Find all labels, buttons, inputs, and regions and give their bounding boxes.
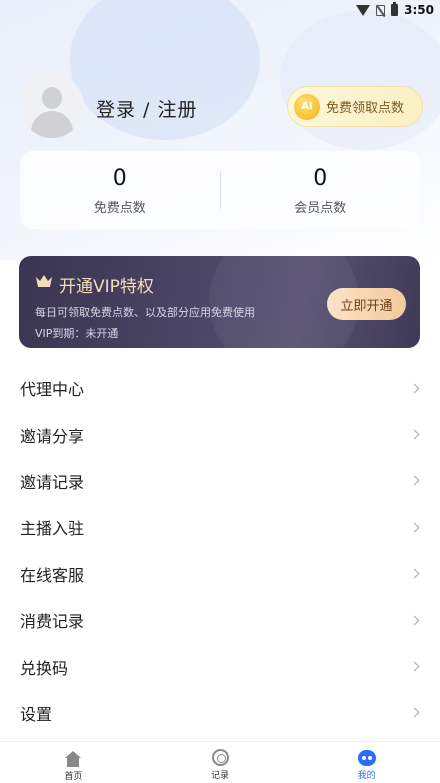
login-register-link[interactable]: 登录 / 注册 xyxy=(96,95,197,122)
chevron-right-icon xyxy=(409,429,420,440)
tab-records[interactable]: 记录 xyxy=(147,742,294,783)
mine-icon xyxy=(357,750,376,766)
menu-item-invite-records[interactable]: 邀请记录 xyxy=(0,458,440,504)
ai-coin-icon: AI xyxy=(294,93,320,120)
menu-item-invite-share[interactable]: 邀请分享 xyxy=(0,411,440,457)
chevron-right-icon xyxy=(409,615,420,626)
crown-icon xyxy=(36,275,52,287)
vip-title: 开通VIP特权 xyxy=(59,277,154,297)
battery-icon xyxy=(391,2,399,16)
no-sim-icon xyxy=(376,4,386,16)
menu-item-label: 兑换码 xyxy=(20,658,69,678)
menu-item-online-service[interactable]: 在线客服 xyxy=(0,551,440,597)
tab-label: 我的 xyxy=(357,771,376,781)
chevron-right-icon xyxy=(409,707,420,718)
member-points-value: 0 xyxy=(313,165,328,191)
member-points-caption: 会员点数 xyxy=(294,200,347,216)
record-icon xyxy=(211,749,229,766)
free-points-button[interactable]: AI 免费领取点数 xyxy=(287,86,423,127)
chevron-right-icon xyxy=(409,661,420,672)
tab-label: 记录 xyxy=(211,771,230,781)
menu-list: 代理中心 邀请分享 邀请记录 主播入驻 在线客服 消费记录 兑换码 设置 xyxy=(0,365,440,736)
menu-item-label: 邀请记录 xyxy=(20,472,85,492)
menu-item-label: 在线客服 xyxy=(20,565,85,585)
open-vip-button[interactable]: 立即开通 xyxy=(327,288,406,320)
home-icon xyxy=(64,751,82,767)
menu-item-label: 邀请分享 xyxy=(20,426,85,446)
avatar-head-shape xyxy=(42,87,62,109)
chevron-right-icon xyxy=(409,568,420,579)
member-points-stat[interactable]: 0 会员点数 xyxy=(221,165,421,216)
menu-item-label: 消费记录 xyxy=(20,612,85,632)
status-time: 3:50 xyxy=(404,3,434,17)
avatar-body-shape xyxy=(31,111,73,138)
chevron-right-icon xyxy=(409,522,420,533)
vip-banner[interactable]: 开通VIP特权 每日可领取免费点数、以及部分应用免费使用 VIP到期：未开通 立… xyxy=(19,256,420,348)
vip-expire-status: VIP到期：未开通 xyxy=(35,327,119,340)
menu-item-settings[interactable]: 设置 xyxy=(0,690,440,736)
points-card: 0 免费点数 0 会员点数 xyxy=(20,151,420,229)
menu-item-agent-center[interactable]: 代理中心 xyxy=(0,365,440,411)
tab-home[interactable]: 首页 xyxy=(0,742,147,783)
menu-item-label: 主播入驻 xyxy=(20,519,85,539)
menu-item-label: 代理中心 xyxy=(20,380,85,400)
menu-item-redeem-code[interactable]: 兑换码 xyxy=(0,643,440,689)
free-points-caption: 免费点数 xyxy=(93,200,146,216)
free-points-stat[interactable]: 0 免费点数 xyxy=(20,165,220,216)
chevron-right-icon xyxy=(409,476,420,486)
avatar[interactable] xyxy=(20,74,84,138)
menu-item-consumption-records[interactable]: 消费记录 xyxy=(0,597,440,643)
status-bar: 3:50 xyxy=(0,0,440,20)
menu-item-streamer-join[interactable]: 主播入驻 xyxy=(0,504,440,550)
free-points-label: 免费领取点数 xyxy=(326,101,405,116)
background-blob xyxy=(280,10,440,150)
wifi-icon xyxy=(356,4,371,16)
menu-item-label: 设置 xyxy=(20,704,53,724)
free-points-value: 0 xyxy=(112,165,127,191)
tab-mine[interactable]: 我的 xyxy=(293,742,440,783)
vip-description: 每日可领取免费点数、以及部分应用免费使用 xyxy=(35,306,255,319)
chevron-right-icon xyxy=(409,383,420,394)
tab-label: 首页 xyxy=(64,772,83,782)
bottom-tab-bar: 首页 记录 我的 xyxy=(0,741,440,783)
